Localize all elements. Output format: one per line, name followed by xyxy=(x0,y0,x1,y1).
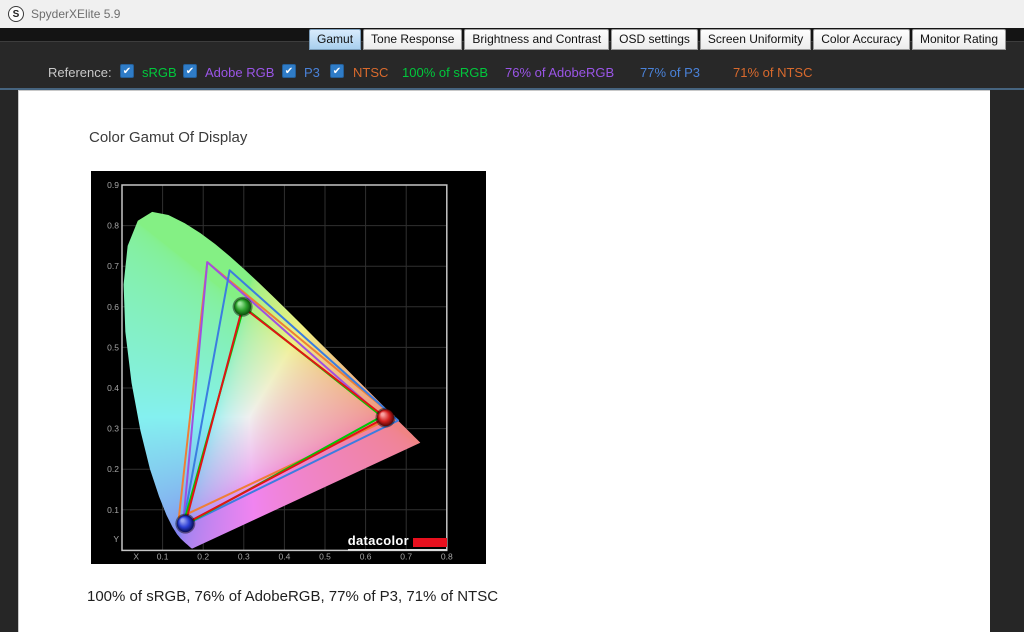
window-title: SpyderXElite 5.9 xyxy=(31,7,120,21)
p3-checkbox-label[interactable]: P3 xyxy=(304,65,320,80)
coverage-caption: 100% of sRGB, 76% of AdobeRGB, 77% of P3… xyxy=(87,588,498,605)
ntsc-checkbox-label[interactable]: NTSC xyxy=(353,65,388,80)
adobergb-coverage-text: 76% of AdobeRGB xyxy=(505,65,614,80)
datacolor-logo: datacolor xyxy=(348,534,447,551)
tab-monitor-rating[interactable]: Monitor Rating xyxy=(912,29,1006,50)
tab-screen-uniformity[interactable]: Screen Uniformity xyxy=(700,29,811,50)
adobe-rgb-checkbox[interactable]: ✔ xyxy=(183,64,197,78)
adobe-rgb-checkbox-label[interactable]: Adobe RGB xyxy=(205,65,274,80)
tab-tone-response[interactable]: Tone Response xyxy=(363,29,462,50)
reference-label: Reference: xyxy=(48,65,112,80)
tab-osd-settings[interactable]: OSD settings xyxy=(611,29,698,50)
datacolor-logo-text: datacolor xyxy=(348,534,409,547)
ntsc-checkbox[interactable]: ✔ xyxy=(330,64,344,78)
p3-checkbox[interactable]: ✔ xyxy=(282,64,296,78)
srgb-coverage-text: 100% of sRGB xyxy=(402,65,488,80)
header-zone: Gamut Tone Response Brightness and Contr… xyxy=(0,28,1024,88)
srgb-checkbox-label[interactable]: sRGB xyxy=(142,65,177,80)
p3-coverage-text: 77% of P3 xyxy=(640,65,700,80)
title-bar: S SpyderXElite 5.9 xyxy=(0,0,1024,28)
content-panel: Color Gamut Of Display datacolor 100% of… xyxy=(18,90,990,632)
chromaticity-diagram-canvas xyxy=(91,171,486,564)
ntsc-coverage-text: 71% of NTSC xyxy=(733,65,812,80)
tab-gamut[interactable]: Gamut xyxy=(309,29,361,50)
tab-bar: Gamut Tone Response Brightness and Contr… xyxy=(309,29,1006,50)
tab-color-accuracy[interactable]: Color Accuracy xyxy=(813,29,910,50)
app-icon: S xyxy=(8,6,24,22)
srgb-checkbox[interactable]: ✔ xyxy=(120,64,134,78)
page-title: Color Gamut Of Display xyxy=(89,129,247,146)
datacolor-logo-red-bar xyxy=(413,538,447,547)
tab-brightness-contrast[interactable]: Brightness and Contrast xyxy=(464,29,609,50)
gamut-chart: datacolor xyxy=(91,171,486,564)
